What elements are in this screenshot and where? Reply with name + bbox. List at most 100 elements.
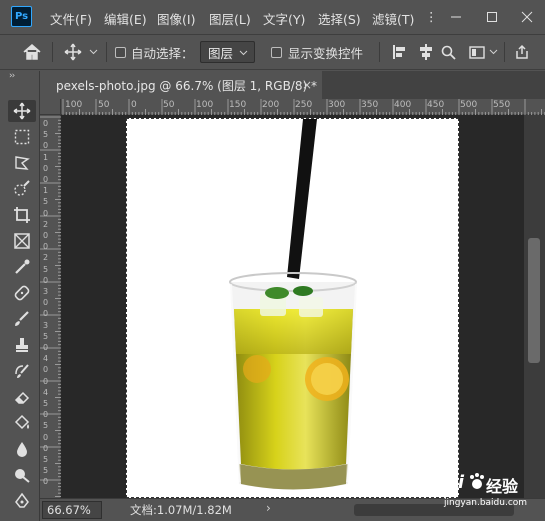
tools-panel: ›› — [0, 71, 40, 521]
eyedropper-tool-icon[interactable] — [8, 256, 36, 278]
show-transform-checkbox[interactable] — [271, 35, 282, 69]
ruler-label: 0 — [43, 231, 49, 240]
horizontal-ruler[interactable]: 100 50 0 50 100 150 200 250 300 350 400 … — [61, 99, 545, 115]
ruler-label: 50 — [98, 100, 110, 110]
maximize-icon[interactable] — [474, 0, 510, 33]
blur-tool-icon[interactable] — [8, 438, 36, 460]
home-icon[interactable] — [22, 35, 42, 69]
ruler-label: 100 — [196, 100, 214, 110]
ruler-label: 0 — [43, 477, 49, 487]
menu-filter[interactable]: 滤镜(T) — [372, 9, 414, 28]
ruler-label: 5 — [43, 130, 49, 140]
watermark-url: jingyan.baidu.com — [444, 498, 528, 508]
vertical-ruler[interactable]: 050100150200250300350400450500550 — [40, 115, 61, 498]
vertical-scrollbar[interactable] — [524, 115, 545, 498]
ruler-label: 0 — [43, 365, 49, 375]
ruler-label: 5 — [43, 197, 49, 207]
ruler-label: 0 — [43, 298, 49, 308]
ruler-label: 0 — [43, 208, 49, 218]
menu-edit[interactable]: 编辑(E) — [104, 9, 147, 28]
menu-type[interactable]: 文字(Y) — [263, 9, 305, 28]
lasso-tool-icon[interactable] — [8, 152, 36, 174]
ruler-label: 0 — [43, 242, 49, 252]
ruler-label: 5 — [43, 466, 49, 476]
share-icon[interactable] — [514, 35, 530, 69]
document-info[interactable]: 文档:1.07M/1.82M — [130, 502, 232, 518]
stamp-tool-icon[interactable] — [8, 334, 36, 356]
paw-icon — [469, 472, 485, 493]
menu-layer[interactable]: 图层(L) — [209, 9, 251, 28]
divider — [106, 42, 107, 62]
ruler-label: 1 — [43, 152, 49, 162]
document-canvas[interactable] — [126, 118, 459, 498]
close-icon[interactable] — [509, 0, 545, 33]
chevron-down-icon[interactable] — [489, 35, 498, 69]
ruler-label: 50 — [163, 100, 175, 110]
ruler-label: 0 — [43, 432, 49, 442]
auto-select-checkbox[interactable] — [115, 35, 126, 69]
eraser-tool-icon[interactable] — [8, 386, 36, 408]
dodge-tool-icon[interactable] — [8, 464, 36, 486]
move-tool-icon[interactable] — [8, 100, 36, 122]
ruler-label: 0 — [43, 119, 49, 128]
ruler-label: 3 — [43, 287, 49, 296]
chevron-down-icon[interactable] — [89, 35, 98, 69]
divider — [504, 42, 505, 62]
healing-brush-icon[interactable] — [8, 282, 36, 304]
ruler-label: 250 — [295, 100, 313, 110]
divider — [52, 42, 53, 62]
ruler-label: 5 — [43, 264, 49, 274]
glass-drink-image — [229, 119, 357, 490]
ruler-label: 200 — [262, 100, 280, 110]
history-brush-icon[interactable] — [8, 360, 36, 382]
chevron-down-icon — [239, 50, 248, 56]
document-tab-title: pexels-photo.jpg @ 66.7% (图层 1, RGB/8) * — [56, 78, 317, 93]
ruler-label: 4 — [43, 387, 49, 397]
collapse-panel-icon[interactable]: ›› — [9, 71, 15, 81]
status-menu-arrow[interactable]: › — [266, 501, 271, 515]
menu-more[interactable]: ⋮ — [425, 9, 438, 24]
ruler-label: 4 — [43, 354, 49, 364]
minimize-icon[interactable] — [438, 0, 474, 33]
align-left-icon[interactable] — [393, 35, 407, 69]
auto-select-target-dropdown[interactable]: 图层 — [200, 41, 255, 63]
pen-tool-icon[interactable] — [8, 490, 36, 512]
zoom-level-field[interactable]: 66.67% — [42, 501, 102, 519]
ruler-label: 400 — [394, 100, 412, 110]
ruler-label: 0 — [131, 100, 137, 110]
photoshop-logo[interactable]: Ps — [11, 6, 32, 27]
menu-file[interactable]: 文件(F) — [50, 9, 92, 28]
frame-tool-icon[interactable] — [8, 230, 36, 252]
move-tool-preset-icon[interactable] — [64, 35, 82, 69]
ruler-label: 1 — [43, 186, 49, 196]
document-tab[interactable]: pexels-photo.jpg @ 66.7% (图层 1, RGB/8) *… — [40, 71, 322, 99]
marquee-tool-icon[interactable] — [8, 126, 36, 148]
align-center-icon[interactable] — [418, 35, 434, 69]
ruler-label: 0 — [43, 163, 49, 173]
watermark-brand-tail: 经验 — [486, 477, 519, 496]
ruler-label: 5 — [43, 331, 49, 341]
ruler-label: 5 — [43, 399, 49, 408]
ruler-origin[interactable] — [40, 99, 61, 115]
crop-tool-icon[interactable] — [8, 204, 36, 226]
workspace-icon[interactable] — [469, 35, 485, 69]
brush-tool-icon[interactable] — [8, 308, 36, 330]
ruler-label: 5 — [43, 455, 49, 464]
ruler-label: 0 — [43, 443, 49, 453]
menu-bar: Ps 文件(F) 编辑(E) 图像(I) 图层(L) 文字(Y) 选择(S) 滤… — [0, 0, 545, 33]
ruler-label: 100 — [65, 100, 83, 110]
quick-select-tool-icon[interactable] — [8, 178, 36, 200]
vertical-scroll-thumb[interactable] — [528, 238, 540, 363]
ruler-label: 3 — [43, 320, 49, 330]
canvas-area[interactable] — [61, 115, 524, 498]
menu-select[interactable]: 选择(S) — [318, 9, 361, 28]
menu-image[interactable]: 图像(I) — [157, 9, 195, 28]
ruler-label: 500 — [460, 100, 478, 110]
close-tab-icon[interactable]: × — [302, 78, 312, 92]
ruler-label: 5 — [43, 421, 49, 431]
paint-bucket-icon[interactable] — [8, 412, 36, 434]
ruler-label: 0 — [43, 275, 49, 285]
dropdown-value: 图层 — [208, 45, 234, 61]
search-icon[interactable] — [441, 35, 456, 69]
ruler-label: 0 — [43, 141, 49, 151]
